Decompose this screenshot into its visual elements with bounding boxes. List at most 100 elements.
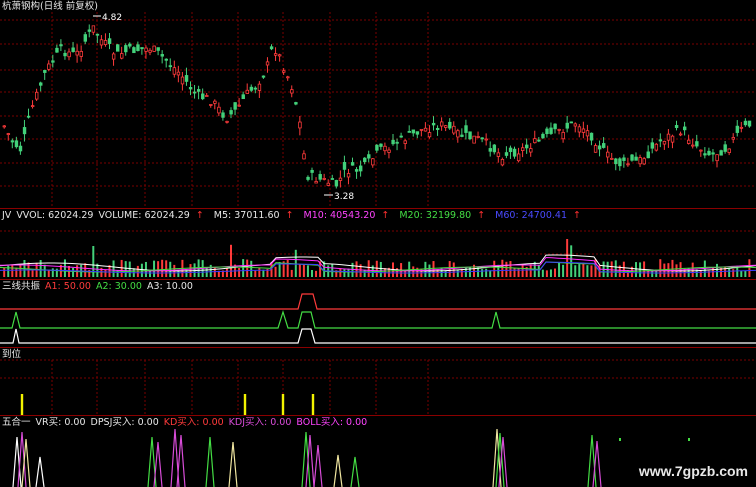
- candle-body: [298, 121, 302, 129]
- candle-body: [83, 34, 87, 42]
- candle-body: [711, 152, 715, 155]
- low-price-label: 3.28: [334, 192, 354, 202]
- candle-body: [577, 126, 582, 133]
- candle-body: [269, 46, 274, 50]
- candle-body: [338, 177, 343, 181]
- candle-body: [172, 67, 177, 75]
- m20-value-text: M20: 32199.80: [399, 210, 472, 221]
- a3-line: [0, 328, 756, 344]
- daowei-chart[interactable]: [0, 348, 756, 415]
- kd-value: KD买入: 0.00: [163, 417, 224, 428]
- candle-body: [116, 44, 120, 52]
- candle-body: [715, 154, 719, 162]
- candlestick-chart[interactable]: 4.82 3.28: [0, 0, 756, 208]
- candle-body: [496, 152, 501, 157]
- candle-body: [431, 122, 436, 126]
- candle-body: [541, 133, 545, 139]
- candle-body: [342, 162, 347, 170]
- signal-dot: [688, 438, 690, 441]
- candle-body: [2, 125, 6, 128]
- candle-body: [561, 131, 565, 140]
- candle-body: [26, 115, 31, 118]
- candle-body: [59, 44, 63, 47]
- candle-body: [427, 132, 432, 138]
- candle-body: [488, 148, 492, 152]
- candle-body: [614, 158, 618, 165]
- signal-dot: [619, 438, 621, 441]
- candle-body: [650, 142, 654, 149]
- candle-body: [67, 51, 71, 58]
- candle-body: [492, 144, 497, 153]
- candle-body: [707, 150, 711, 156]
- candle-body: [201, 93, 205, 100]
- candle-body: [55, 47, 59, 53]
- candle-body: [674, 125, 679, 128]
- price-pane[interactable]: 4.82 3.28 杭萧钢构(日线 前复权): [0, 0, 756, 208]
- candle-body: [261, 75, 266, 78]
- candle-body: [634, 156, 638, 161]
- candle-body: [395, 141, 399, 144]
- kdj-value: KDJ买入: 0.00: [228, 417, 292, 428]
- candle-body: [265, 61, 270, 66]
- candle-body: [221, 112, 225, 118]
- buy-signal-spike: [301, 431, 311, 487]
- candle-body: [75, 50, 79, 56]
- candle-body: [731, 137, 735, 140]
- candle-body: [383, 145, 387, 152]
- candle-body: [10, 140, 15, 143]
- candle-body: [87, 29, 92, 32]
- resonance-title: 三线共振: [2, 281, 41, 292]
- candle-body: [350, 162, 355, 166]
- candle-body: [363, 157, 367, 163]
- candle-body: [703, 153, 707, 156]
- candle-body: [14, 140, 19, 148]
- dpsj-value: DPSJ买入: 0.00: [90, 417, 159, 428]
- candle-body: [589, 132, 594, 141]
- candle-body: [217, 106, 221, 114]
- candle-body: [63, 52, 67, 57]
- up-arrow-icon: ↑: [477, 210, 486, 221]
- candle-body: [18, 145, 23, 152]
- candle-body: [273, 53, 278, 56]
- candle-body: [525, 144, 529, 149]
- candle-body: [597, 145, 602, 150]
- candle-body: [585, 130, 590, 137]
- candle-body: [537, 139, 541, 142]
- candle-body: [626, 163, 630, 166]
- candle-body: [47, 63, 51, 70]
- buy-signal-spike: [153, 441, 163, 487]
- up-arrow-icon: ↑: [573, 210, 581, 221]
- candle-body: [277, 54, 282, 57]
- candle-body: [120, 53, 124, 59]
- candle-body: [565, 122, 569, 129]
- candle-body: [444, 125, 448, 128]
- buy-signal-spike: [35, 456, 45, 487]
- candle-body: [642, 158, 646, 165]
- candle-body: [379, 143, 383, 147]
- wuheyi-legend: 五合一 VR买: 0.00 DPSJ买入: 0.00 KD买入: 0.00 KDJ买入:…: [2, 417, 372, 428]
- candle-body: [330, 178, 335, 180]
- a1-value: A1: 50.00: [45, 281, 91, 292]
- candle-body: [735, 125, 740, 133]
- a2-value: A2: 30.00: [95, 281, 142, 292]
- candle-body: [743, 120, 748, 126]
- candle-body: [468, 131, 472, 140]
- candle-body: [658, 139, 663, 142]
- candle-body: [687, 139, 691, 144]
- candle-body: [136, 44, 140, 51]
- candle-body: [314, 181, 318, 184]
- candle-body: [51, 60, 55, 63]
- candle-body: [188, 87, 193, 90]
- daowei-pane[interactable]: 到位: [0, 348, 756, 415]
- candle-body: [508, 147, 513, 152]
- high-price-label: 4.82: [102, 13, 122, 23]
- resonance-pane[interactable]: 三线共振 A1: 50.00 A2: 30.00 A3: 10.00: [0, 280, 756, 347]
- m10-value: M10: 40543.20 ↑: [304, 210, 395, 221]
- buy-signal-spike: [228, 441, 238, 487]
- buy-signal-spike: [205, 436, 215, 487]
- volume-pane[interactable]: JV VVOL: 62024.29 VOLUME: 62024.29 ↑ M5: 370…: [0, 209, 756, 279]
- buy-signal-spike: [313, 444, 323, 487]
- candle-body: [241, 94, 245, 100]
- candle-body: [415, 131, 420, 135]
- boll-value: BOLL买入: 0.00: [296, 417, 368, 428]
